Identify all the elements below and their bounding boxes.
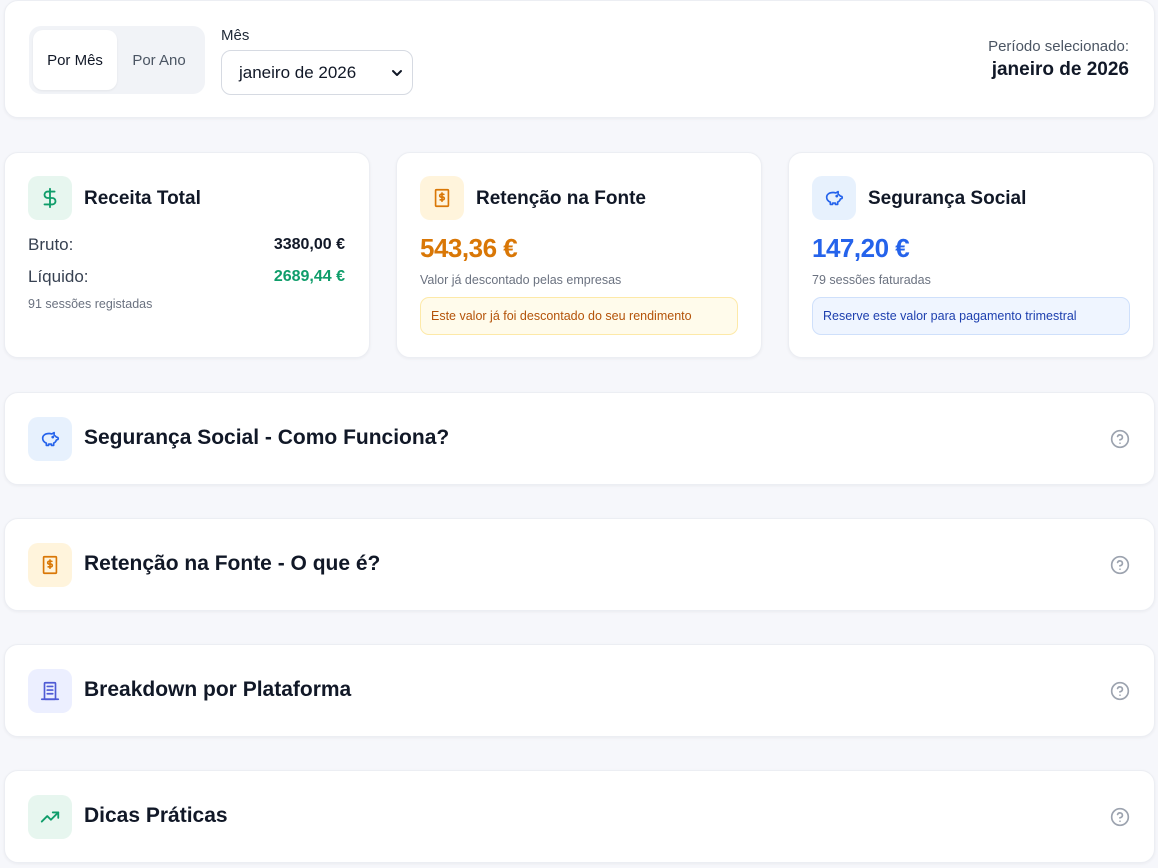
net-label: Líquido: xyxy=(28,267,89,286)
help-circle-icon[interactable] xyxy=(1110,555,1130,575)
accordion-title: Segurança Social - Como Funciona? xyxy=(84,426,450,449)
accordion-withholding-tax[interactable]: Retenção na Fonte - O que é? xyxy=(4,518,1155,611)
withholding-card-title: Retenção na Fonte xyxy=(476,188,646,209)
view-toggle: Por Mês Por Ano xyxy=(29,26,205,94)
month-label: Mês xyxy=(221,27,250,44)
piggy-bank-icon xyxy=(825,190,844,206)
accordion-icon-box xyxy=(28,417,72,461)
period-filter-bar: Por Mês Por Ano Mês janeiro de 2026 Perí… xyxy=(4,0,1155,118)
withholding-info-pill: Este valor já foi descontado do seu rend… xyxy=(420,297,738,335)
gross-value: 3380,00 € xyxy=(273,236,345,253)
social-security-card: Segurança Social 147,20 € 79 sessões fat… xyxy=(788,152,1154,358)
total-revenue-card: Receita Total Bruto: 3380,00 € Líquido: … xyxy=(4,152,370,358)
piggy-bank-icon xyxy=(41,431,60,447)
month-select[interactable]: janeiro de 2026 xyxy=(221,50,413,95)
receipt-icon xyxy=(42,555,58,575)
accordion-title: Breakdown por Plataforma xyxy=(84,678,352,701)
social-security-icon-box xyxy=(812,176,856,220)
by-month-button[interactable]: Por Mês xyxy=(33,30,117,90)
gross-label: Bruto: xyxy=(28,235,74,254)
accordion-title: Dicas Práticas xyxy=(84,804,228,827)
help-circle-icon[interactable] xyxy=(1110,429,1130,449)
trending-up-icon xyxy=(40,811,60,823)
chevron-down-icon xyxy=(392,70,402,76)
withholding-amount: 543,36 € xyxy=(420,233,518,263)
accordion-icon-box xyxy=(28,669,72,713)
revenue-card-title: Receita Total xyxy=(84,188,201,209)
help-circle-icon[interactable] xyxy=(1110,681,1130,701)
selected-period-label: Período selecionado: xyxy=(988,38,1129,55)
month-select-value: janeiro de 2026 xyxy=(239,62,357,82)
accordion-title: Retenção na Fonte - O que é? xyxy=(84,552,381,575)
building-icon xyxy=(40,681,60,701)
withholding-tax-card: Retenção na Fonte 543,36 € Valor já desc… xyxy=(396,152,762,358)
net-value: 2689,44 € xyxy=(273,268,345,285)
social-security-card-title: Segurança Social xyxy=(868,188,1027,209)
withholding-subtitle: Valor já descontado pelas empresas xyxy=(420,273,622,287)
selected-period-value: janeiro de 2026 xyxy=(991,59,1129,80)
withholding-icon-box xyxy=(420,176,464,220)
receipt-icon xyxy=(434,188,450,208)
accordion-platform-breakdown[interactable]: Breakdown por Plataforma xyxy=(4,644,1155,737)
accordion-icon-box xyxy=(28,795,72,839)
sessions-registered-note: 91 sessões registadas xyxy=(28,297,153,311)
by-year-button[interactable]: Por Ano xyxy=(117,30,201,90)
dollar-icon xyxy=(43,187,57,209)
revenue-icon-box xyxy=(28,176,72,220)
accordion-practical-tips[interactable]: Dicas Práticas xyxy=(4,770,1155,863)
accordion-social-security[interactable]: Segurança Social - Como Funciona? xyxy=(4,392,1155,485)
billed-sessions-note: 79 sessões faturadas xyxy=(812,273,931,287)
help-circle-icon[interactable] xyxy=(1110,807,1130,827)
social-security-info-pill: Reserve este valor para pagamento trimes… xyxy=(812,297,1130,335)
accordion-icon-box xyxy=(28,543,72,587)
social-security-amount: 147,20 € xyxy=(812,233,910,263)
